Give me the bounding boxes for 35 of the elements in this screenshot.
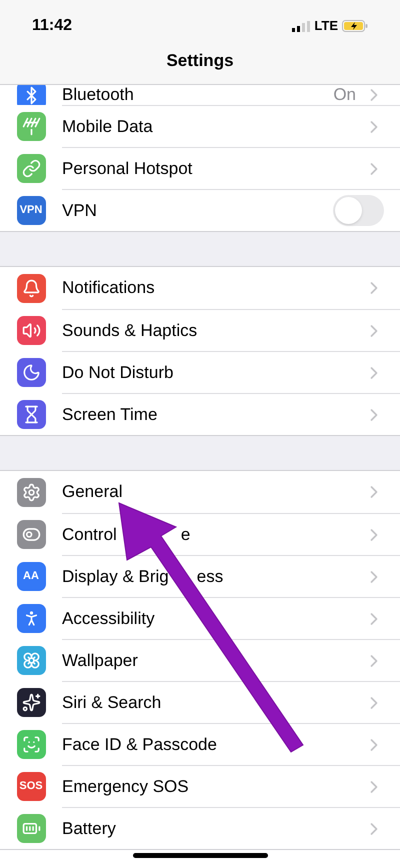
signal-icon [292,20,310,32]
row-label[interactable]: Screen Time [62,402,158,428]
moon-icon [22,362,40,382]
sparkle-icon [22,692,40,712]
row-label[interactable]: Bluetooth [62,85,134,105]
row-label: e [180,524,190,546]
row-label[interactable]: General [62,479,122,505]
toggle-switch[interactable] [333,195,384,226]
row-label[interactable]: Notifications [62,275,155,301]
app-icon: AA [16,562,46,590]
row-label[interactable]: VPN [62,198,97,224]
app-icon: VPN [16,196,46,224]
antenna-icon [22,116,40,136]
bell-icon [22,278,40,298]
row-label: ess [196,566,224,588]
battery-charging-icon [342,20,368,32]
row-label[interactable]: Do Not Disturb [62,360,174,386]
app-icon: SOS [16,772,46,800]
link-icon [22,158,40,178]
row-label[interactable]: Wallpaper [62,648,138,674]
row-label[interactable]: Battery [62,816,116,842]
flower-icon [22,650,40,670]
row-label[interactable]: Accessibility [62,606,155,632]
row-label[interactable]: Mobile Data [62,114,153,140]
gear-icon [22,482,40,502]
speaker-icon [22,320,40,340]
row-label[interactable]: Display & Brig [62,564,169,590]
row-value: On [333,85,356,105]
row-label[interactable]: Emergency SOS [62,774,189,800]
network-label: LTE [314,17,338,36]
face-scan-icon [22,734,40,754]
status-time: 11:42 [32,16,72,36]
row-label[interactable]: Siri & Search [62,690,162,716]
page-title: Settings [166,50,234,72]
row-label[interactable]: Control [62,522,117,548]
